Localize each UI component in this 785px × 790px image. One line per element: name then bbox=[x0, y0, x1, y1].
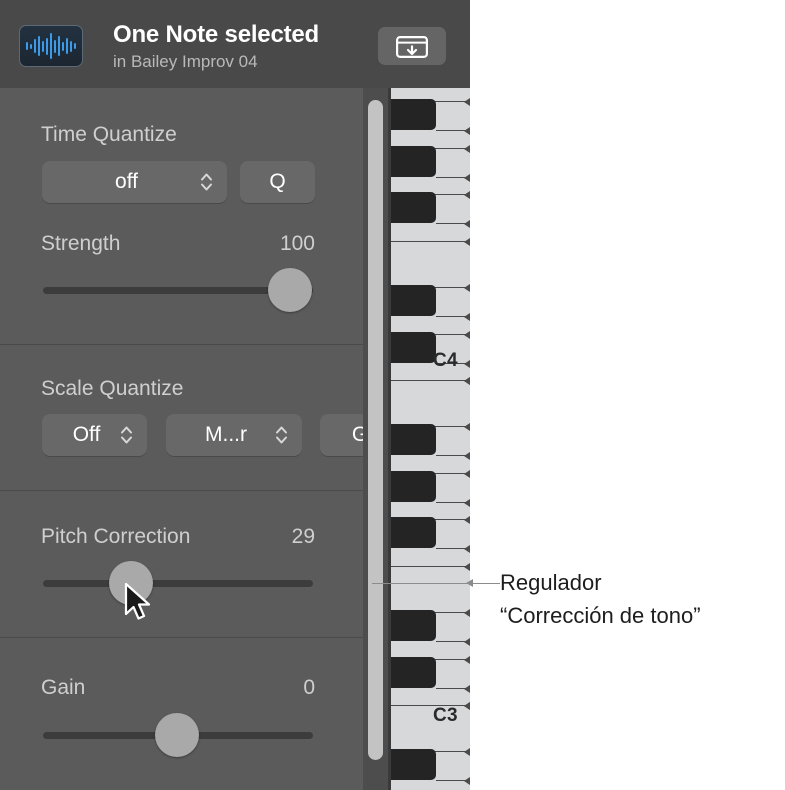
gain-label: Gain bbox=[41, 676, 86, 699]
time-quantize-section-label: Time Quantize bbox=[41, 123, 177, 146]
black-key[interactable] bbox=[391, 99, 436, 130]
key-separator-arrow bbox=[464, 451, 470, 460]
callout-line-2: “Corrección de tono” bbox=[500, 603, 701, 628]
black-key[interactable] bbox=[391, 285, 436, 316]
key-separator-arrow bbox=[464, 515, 470, 524]
piano-keys[interactable]: C4 C3 bbox=[388, 88, 470, 790]
callout-line-1: Regulador bbox=[500, 570, 602, 595]
key-separator-arrow bbox=[464, 544, 470, 553]
pitch-correction-slider-track[interactable] bbox=[43, 580, 313, 587]
key-separator-arrow bbox=[464, 144, 470, 153]
strength-label: Strength bbox=[41, 232, 121, 255]
white-key-separator bbox=[391, 705, 470, 706]
white-key-separator bbox=[391, 566, 470, 567]
key-separator-arrow bbox=[464, 422, 470, 431]
octave-label-c4: C4 bbox=[433, 350, 458, 371]
black-key[interactable] bbox=[391, 332, 436, 363]
quantize-apply-label: Q bbox=[269, 170, 286, 193]
key-separator-arrow bbox=[464, 469, 470, 478]
key-separator-arrow bbox=[464, 498, 470, 507]
strength-slider-knob[interactable] bbox=[268, 268, 312, 312]
chevron-up-down-icon bbox=[201, 173, 212, 191]
inspector-header: One Note selected in Bailey Improv 04 bbox=[0, 0, 470, 88]
black-key[interactable] bbox=[391, 424, 436, 455]
black-key[interactable] bbox=[391, 471, 436, 502]
callout-annotation: Regulador “Corrección de tono” bbox=[500, 566, 780, 632]
key-separator-arrow bbox=[464, 173, 470, 182]
key-separator-arrow bbox=[464, 237, 470, 246]
chevron-up-down-icon bbox=[121, 426, 132, 444]
section-divider bbox=[0, 490, 363, 491]
key-separator-arrow bbox=[464, 701, 470, 710]
scale-quantize-mode-popup[interactable]: Off bbox=[42, 414, 147, 456]
page-subtitle: in Bailey Improv 04 bbox=[113, 52, 258, 71]
key-separator-arrow bbox=[464, 776, 470, 785]
key-separator-arrow bbox=[464, 312, 470, 321]
key-separator-arrow bbox=[464, 283, 470, 292]
white-key-separator bbox=[391, 380, 470, 381]
piano-roll-keyboard: C4 C3 bbox=[363, 88, 470, 790]
black-key[interactable] bbox=[391, 517, 436, 548]
white-key-separator bbox=[391, 241, 470, 242]
audio-waveform-icon bbox=[19, 25, 83, 67]
pitch-correction-label: Pitch Correction bbox=[41, 525, 191, 548]
selection-title-block: One Note selected in Bailey Improv 04 bbox=[113, 20, 368, 74]
key-separator-arrow bbox=[464, 126, 470, 135]
pitch-correction-value: 29 bbox=[291, 525, 315, 548]
key-separator-arrow bbox=[464, 655, 470, 664]
scrollbar-thumb[interactable] bbox=[368, 100, 383, 760]
gain-value: 0 bbox=[303, 676, 315, 699]
key-separator-arrow bbox=[464, 684, 470, 693]
black-key[interactable] bbox=[391, 610, 436, 641]
page-title: One Note selected bbox=[113, 21, 320, 48]
key-separator-arrow bbox=[464, 219, 470, 228]
vertical-scrollbar[interactable] bbox=[363, 88, 388, 790]
key-separator-arrow bbox=[464, 330, 470, 339]
window-download-icon bbox=[396, 36, 428, 58]
key-separator-arrow bbox=[464, 608, 470, 617]
flex-pitch-toggle-button[interactable] bbox=[378, 27, 446, 65]
callout-leader-line bbox=[470, 583, 500, 584]
quantize-apply-button[interactable]: Q bbox=[240, 161, 315, 203]
callout-leader-line-inner bbox=[372, 583, 470, 584]
black-key[interactable] bbox=[391, 749, 436, 780]
key-separator-arrow bbox=[464, 637, 470, 646]
black-key[interactable] bbox=[391, 657, 436, 688]
key-separator-arrow bbox=[464, 747, 470, 756]
scale-quantize-section-label: Scale Quantize bbox=[41, 377, 184, 400]
key-separator-arrow bbox=[464, 190, 470, 199]
key-separator-arrow bbox=[464, 376, 470, 385]
scale-quantize-scale-popup[interactable]: M...r bbox=[166, 414, 302, 456]
key-separator-arrow bbox=[464, 97, 470, 106]
strength-value: 100 bbox=[279, 232, 315, 255]
section-divider bbox=[0, 637, 363, 638]
black-key[interactable] bbox=[391, 192, 436, 223]
section-divider bbox=[0, 344, 363, 345]
chevron-up-down-icon bbox=[276, 426, 287, 444]
time-quantize-popup[interactable]: off bbox=[42, 161, 227, 203]
key-separator-arrow bbox=[464, 359, 470, 368]
pitch-correction-slider-knob[interactable] bbox=[109, 561, 153, 605]
black-key[interactable] bbox=[391, 146, 436, 177]
key-separator-arrow bbox=[464, 562, 470, 571]
octave-label-c3: C3 bbox=[433, 705, 458, 726]
gain-slider-knob[interactable] bbox=[155, 713, 199, 757]
